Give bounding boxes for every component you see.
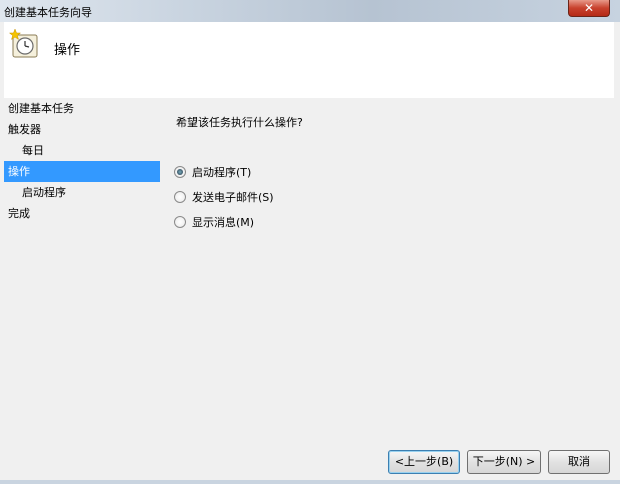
window-bottom-border (0, 480, 620, 484)
wizard-steps-nav: 创建基本任务 触发器 每日 操作 启动程序 完成 (4, 98, 160, 224)
window-title: 创建基本任务向导 (4, 6, 92, 19)
option-send-email[interactable]: 发送电子邮件(S) (174, 189, 274, 205)
close-icon: ✕ (583, 1, 595, 15)
cancel-button[interactable]: 取消 (548, 450, 610, 474)
radio-show-message[interactable] (174, 216, 186, 228)
nav-item-trigger[interactable]: 触发器 (4, 119, 160, 140)
wizard-window: 创建基本任务向导 ✕ 操作 创建基本任务 触发器 每日 操作 启动程序 完成 希… (0, 0, 620, 484)
next-button[interactable]: 下一步(N) > (467, 450, 541, 474)
nav-item-create-basic-task[interactable]: 创建基本任务 (4, 98, 160, 119)
action-question: 希望该任务执行什么操作? (176, 116, 303, 129)
close-button[interactable]: ✕ (568, 0, 610, 17)
radio-send-email[interactable] (174, 191, 186, 203)
option-label[interactable]: 启动程序(T) (192, 164, 251, 180)
nav-item-action[interactable]: 操作 (4, 161, 160, 182)
back-button[interactable]: <上一步(B) (388, 450, 460, 474)
nav-item-start-program[interactable]: 启动程序 (4, 182, 160, 203)
option-start-program[interactable]: 启动程序(T) (174, 164, 251, 180)
radio-start-program[interactable] (174, 166, 186, 178)
option-label[interactable]: 显示消息(M) (192, 214, 254, 230)
title-bar[interactable]: 创建基本任务向导 ✕ (0, 0, 620, 22)
wizard-header: 操作 (4, 22, 614, 98)
nav-item-finish[interactable]: 完成 (4, 203, 160, 224)
option-show-message[interactable]: 显示消息(M) (174, 214, 254, 230)
option-label[interactable]: 发送电子邮件(S) (192, 189, 274, 205)
page-title: 操作 (54, 43, 81, 58)
task-scheduler-clock-icon (8, 28, 38, 58)
nav-item-daily[interactable]: 每日 (4, 140, 160, 161)
